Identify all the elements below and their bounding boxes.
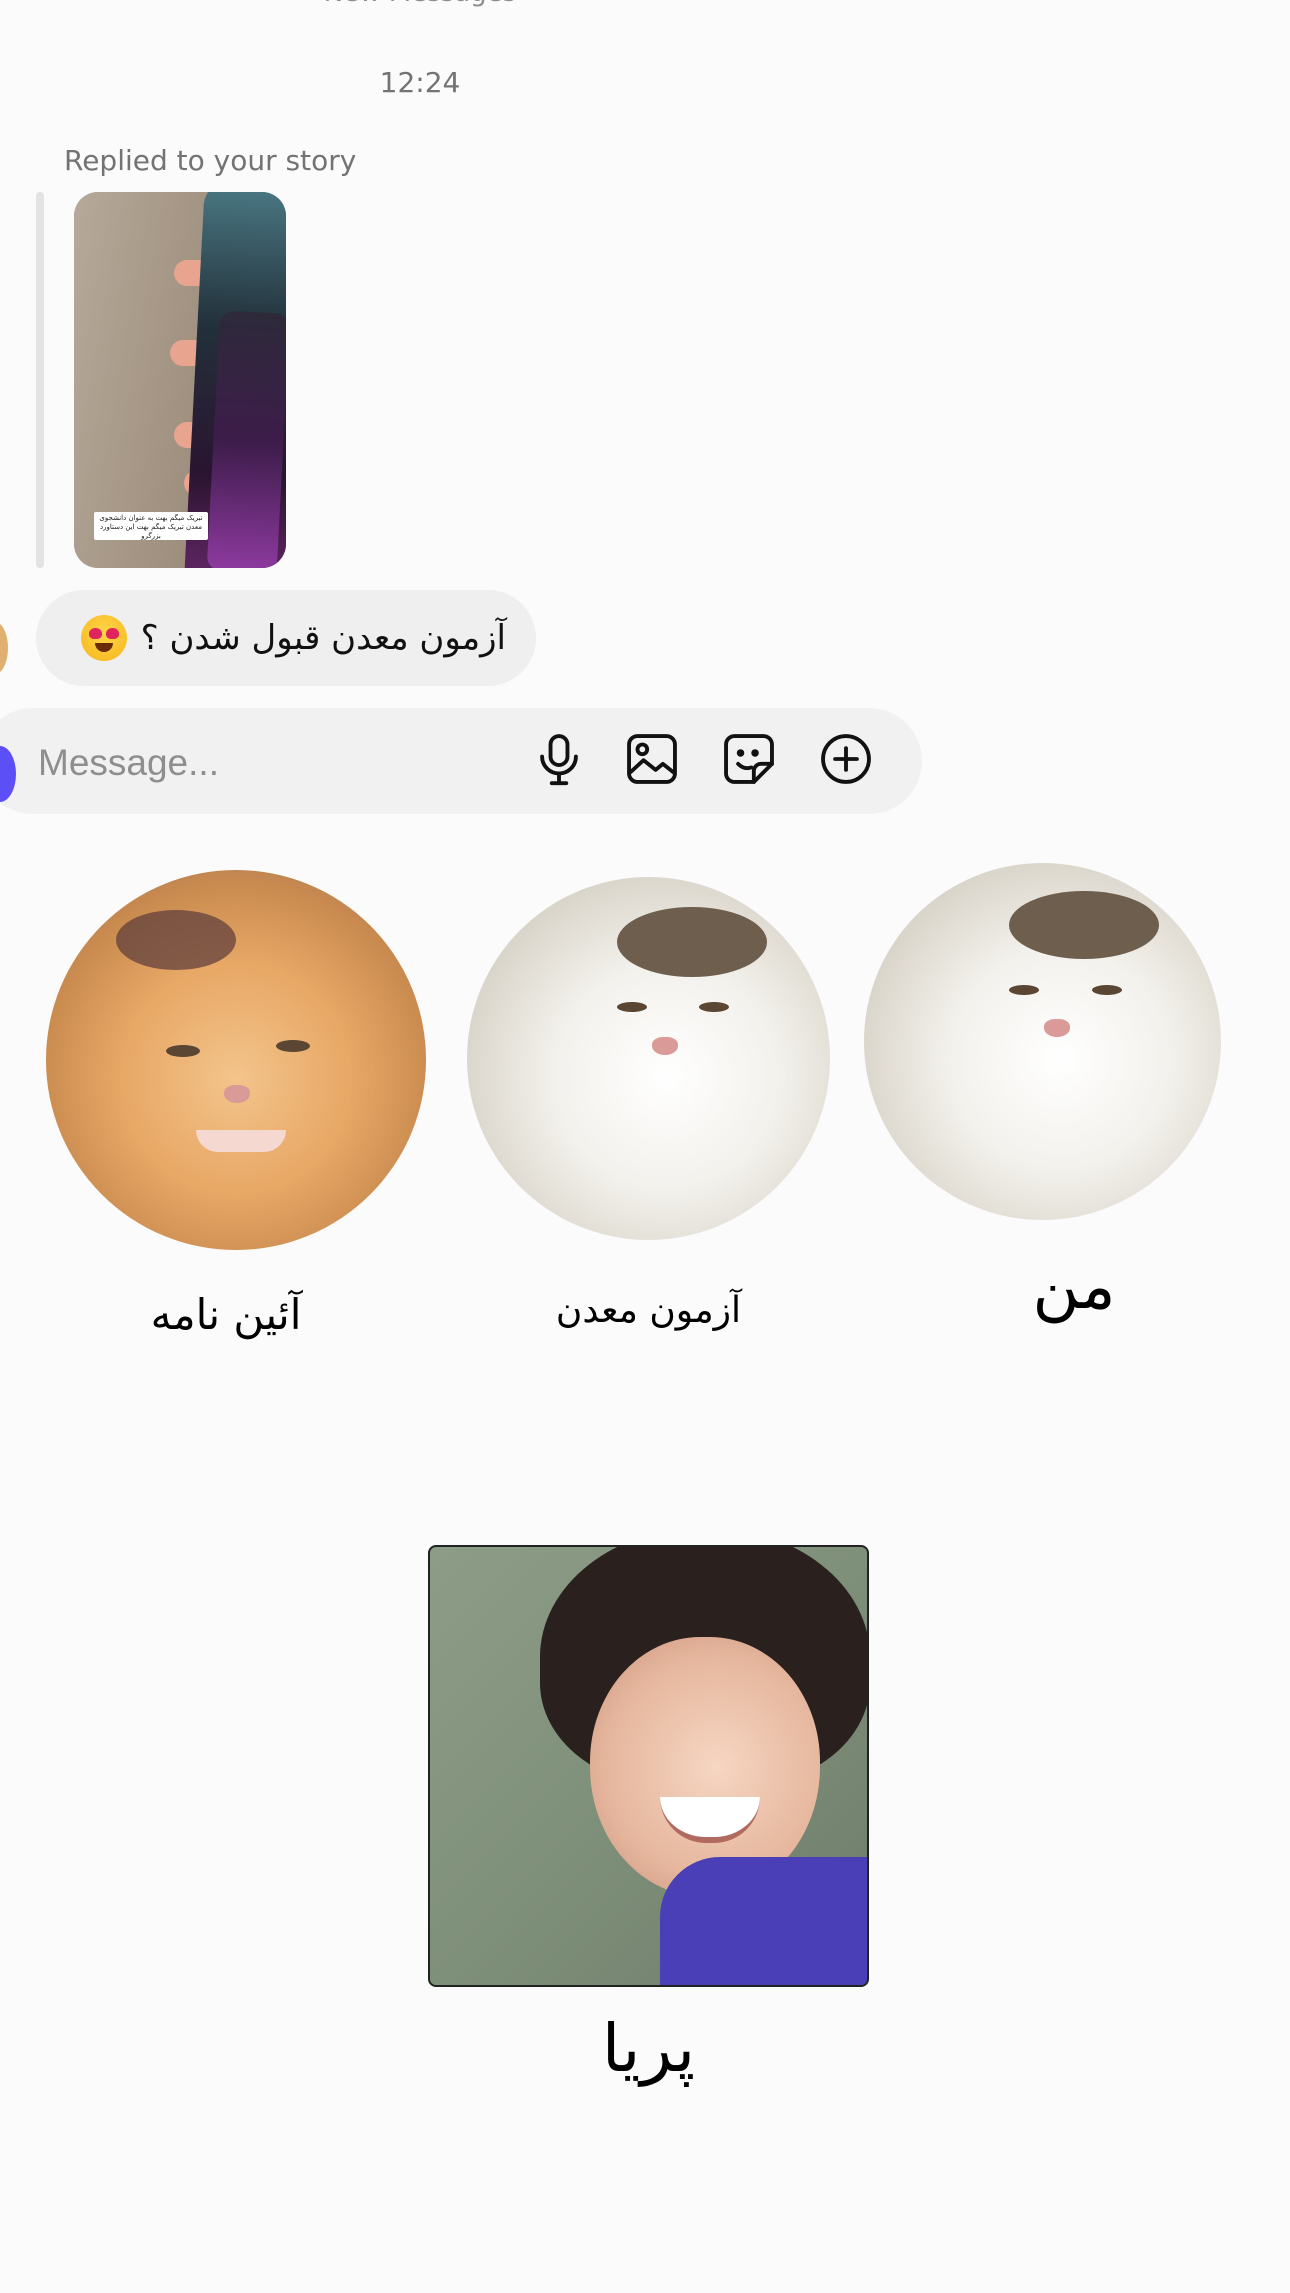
smiling-girl-sticker[interactable]	[428, 1545, 869, 1987]
cat-mouth	[196, 1130, 286, 1152]
sticker-icon[interactable]	[720, 730, 778, 788]
message-timestamp: 12:24	[379, 66, 461, 99]
sticker-label: پریا	[601, 2010, 696, 2087]
sticker-label: من	[1032, 1250, 1116, 1324]
cat-eye	[617, 1002, 647, 1012]
sticker-label: آئین نامه	[150, 1290, 302, 1339]
cat-background-patch	[116, 910, 236, 970]
cat-eye	[1092, 985, 1122, 995]
cat-eye	[699, 1002, 729, 1012]
gallery-icon[interactable]	[623, 730, 681, 788]
story-caption: تبریک میگم بهت به عنوان دانشجوی معدن تبر…	[94, 512, 208, 540]
reply-context-label: Replied to your story	[64, 144, 357, 177]
orange-cat-sticker[interactable]	[46, 870, 426, 1250]
new-messages-divider: New Messages	[320, 0, 520, 8]
sender-avatar[interactable]	[0, 622, 8, 674]
message-input[interactable]	[36, 732, 480, 794]
girl-shirt	[660, 1857, 867, 1985]
story-thumbnail[interactable]: تبریک میگم بهت به عنوان دانشجوی معدن تبر…	[74, 192, 286, 568]
message-bubble[interactable]: آزمون معدن قبول شدن ؟	[36, 590, 536, 686]
story-phone-screen	[206, 310, 286, 568]
cat-eye	[1009, 985, 1039, 995]
sticker-label: آزمون معدن	[555, 1290, 742, 1331]
cat-nose	[652, 1037, 678, 1055]
cat-eye	[166, 1045, 200, 1057]
microphone-icon[interactable]	[530, 730, 588, 788]
heart-eyes-emoji-icon	[80, 615, 127, 661]
chat-screen: New Messages 12:24 Replied to your story…	[0, 0, 1290, 2293]
reply-quote-bar	[36, 192, 44, 568]
plus-icon[interactable]	[817, 730, 875, 788]
cat-head-patch	[1009, 891, 1159, 959]
white-cat-sticker[interactable]	[864, 863, 1221, 1220]
cat-nose	[1044, 1019, 1070, 1037]
cat-eye	[276, 1040, 310, 1052]
cat-nose	[224, 1085, 250, 1103]
white-cat-sticker[interactable]	[467, 877, 830, 1240]
message-text: آزمون معدن قبول شدن ؟	[140, 618, 506, 658]
cat-head-patch	[617, 907, 767, 977]
